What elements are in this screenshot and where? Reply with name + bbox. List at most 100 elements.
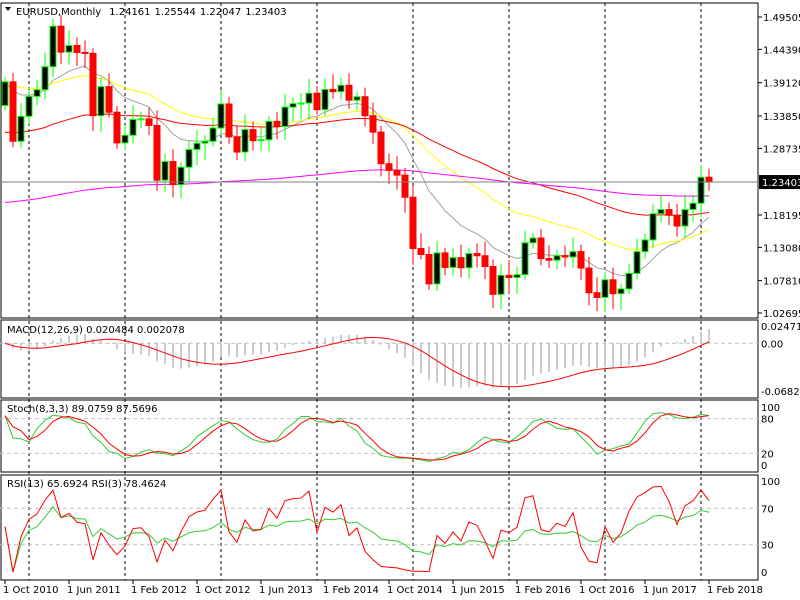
candle: [57, 25, 65, 53]
candle: [537, 237, 545, 260]
stoch-label: Stoch(8,3,3) 89.0759 87.5696: [7, 404, 158, 415]
candle: [65, 44, 73, 53]
candle: [217, 103, 225, 129]
candle: [273, 120, 281, 127]
candle: [257, 139, 265, 142]
candle: [97, 86, 105, 117]
candle: [41, 66, 49, 91]
candle: [417, 247, 425, 255]
candle: [689, 202, 697, 211]
x-tick-label: 1 Oct 2010: [3, 585, 58, 596]
candle: [497, 274, 505, 295]
candle: [625, 272, 633, 290]
candle: [617, 288, 625, 295]
candle: [505, 274, 513, 279]
candle: [649, 213, 657, 241]
candle: [425, 253, 433, 285]
chart-canvas[interactable]: 1.49505 1.44390 1.39120 1.33850 1.28735 1.181…: [0, 0, 800, 600]
macd-signal-line: [4, 336, 710, 388]
candle: [553, 255, 561, 261]
price-tick-label: 1.07810: [763, 277, 800, 288]
candle: [681, 209, 689, 227]
candle: [593, 292, 601, 298]
candle: [473, 253, 481, 257]
macd-tick-label: 0.024711: [761, 322, 800, 333]
candle: [457, 257, 465, 269]
candle: [225, 103, 233, 138]
candle: [73, 44, 81, 53]
chart-window: 1.49505 1.44390 1.39120 1.33850 1.28735 1.181…: [0, 0, 800, 600]
candle: [529, 237, 537, 244]
candle: [369, 115, 377, 133]
candle: [137, 118, 145, 121]
rsi-tick-label: 100: [761, 477, 780, 488]
candle: [641, 239, 649, 253]
candle: [209, 127, 217, 142]
rsi3-line: [4, 485, 710, 573]
candle: [265, 120, 273, 141]
candle: [81, 51, 89, 54]
candle: [673, 214, 681, 227]
candle: [121, 134, 129, 144]
candle: [577, 251, 585, 269]
candle: [241, 129, 249, 153]
candle: [9, 81, 17, 142]
candle: [585, 267, 593, 294]
candle: [201, 140, 209, 144]
price-tick-label: 1.13080: [763, 243, 800, 254]
panel-frame-3: [0, 474, 759, 581]
rsi-label: RSI(13) 65.6924 RSI(3) 78.4624: [7, 479, 166, 490]
candle: [329, 88, 337, 93]
candle: [385, 163, 393, 171]
candle: [153, 124, 161, 181]
candle: [633, 251, 641, 274]
rsi-tick-label: 0: [761, 568, 767, 579]
candle: [161, 161, 169, 181]
macd-tick-label: 0.00: [761, 339, 783, 350]
rsi13-line: [4, 505, 710, 573]
candle: [481, 255, 489, 267]
x-tick-label: 1 Feb 2018: [707, 585, 763, 596]
candle: [49, 25, 57, 68]
stoch-tick-label: 80: [761, 415, 774, 426]
candle: [25, 95, 33, 117]
candle: [705, 176, 713, 183]
candle: [657, 209, 665, 215]
candle: [545, 258, 553, 261]
x-tick-label: 1 Oct 2014: [387, 585, 442, 596]
x-tick-label: 1 Feb 2014: [323, 585, 379, 596]
candle: [1, 81, 9, 107]
collapse-triangle-icon[interactable]: [5, 7, 11, 11]
stoch-tick-label: 0: [761, 461, 767, 472]
candle: [353, 96, 361, 101]
current-price-label: 1.23403: [762, 178, 800, 189]
candle: [377, 131, 385, 165]
candle: [305, 92, 313, 104]
candle: [313, 92, 321, 111]
candle: [345, 84, 353, 101]
ma-magenta-line: [4, 169, 710, 203]
candle: [521, 242, 529, 276]
price-tick-label: 1.18195: [763, 211, 800, 222]
candle: [561, 255, 569, 258]
candle: [297, 102, 305, 105]
candle: [129, 118, 137, 136]
candle: [401, 174, 409, 198]
candle: [145, 118, 153, 126]
candle: [193, 142, 201, 151]
chart-header: EURUSD,Monthly 1.24161 1.25544 1.22047 1.234…: [16, 7, 287, 18]
price-tick-label: 1.33850: [763, 112, 800, 123]
candle: [449, 257, 457, 268]
candle: [169, 161, 177, 186]
x-tick-label: 1 Oct 2012: [195, 585, 250, 596]
price-tick-label: 1.49505: [763, 13, 800, 24]
candle: [441, 252, 449, 268]
candle: [289, 103, 297, 108]
x-tick-label: 1 Jun 2015: [451, 585, 505, 596]
candle: [321, 88, 329, 111]
rsi-tick-label: 70: [761, 504, 774, 515]
candle: [105, 86, 113, 113]
x-tick-label: 1 Oct 2016: [579, 585, 634, 596]
candle: [609, 279, 617, 295]
candle: [393, 169, 401, 176]
